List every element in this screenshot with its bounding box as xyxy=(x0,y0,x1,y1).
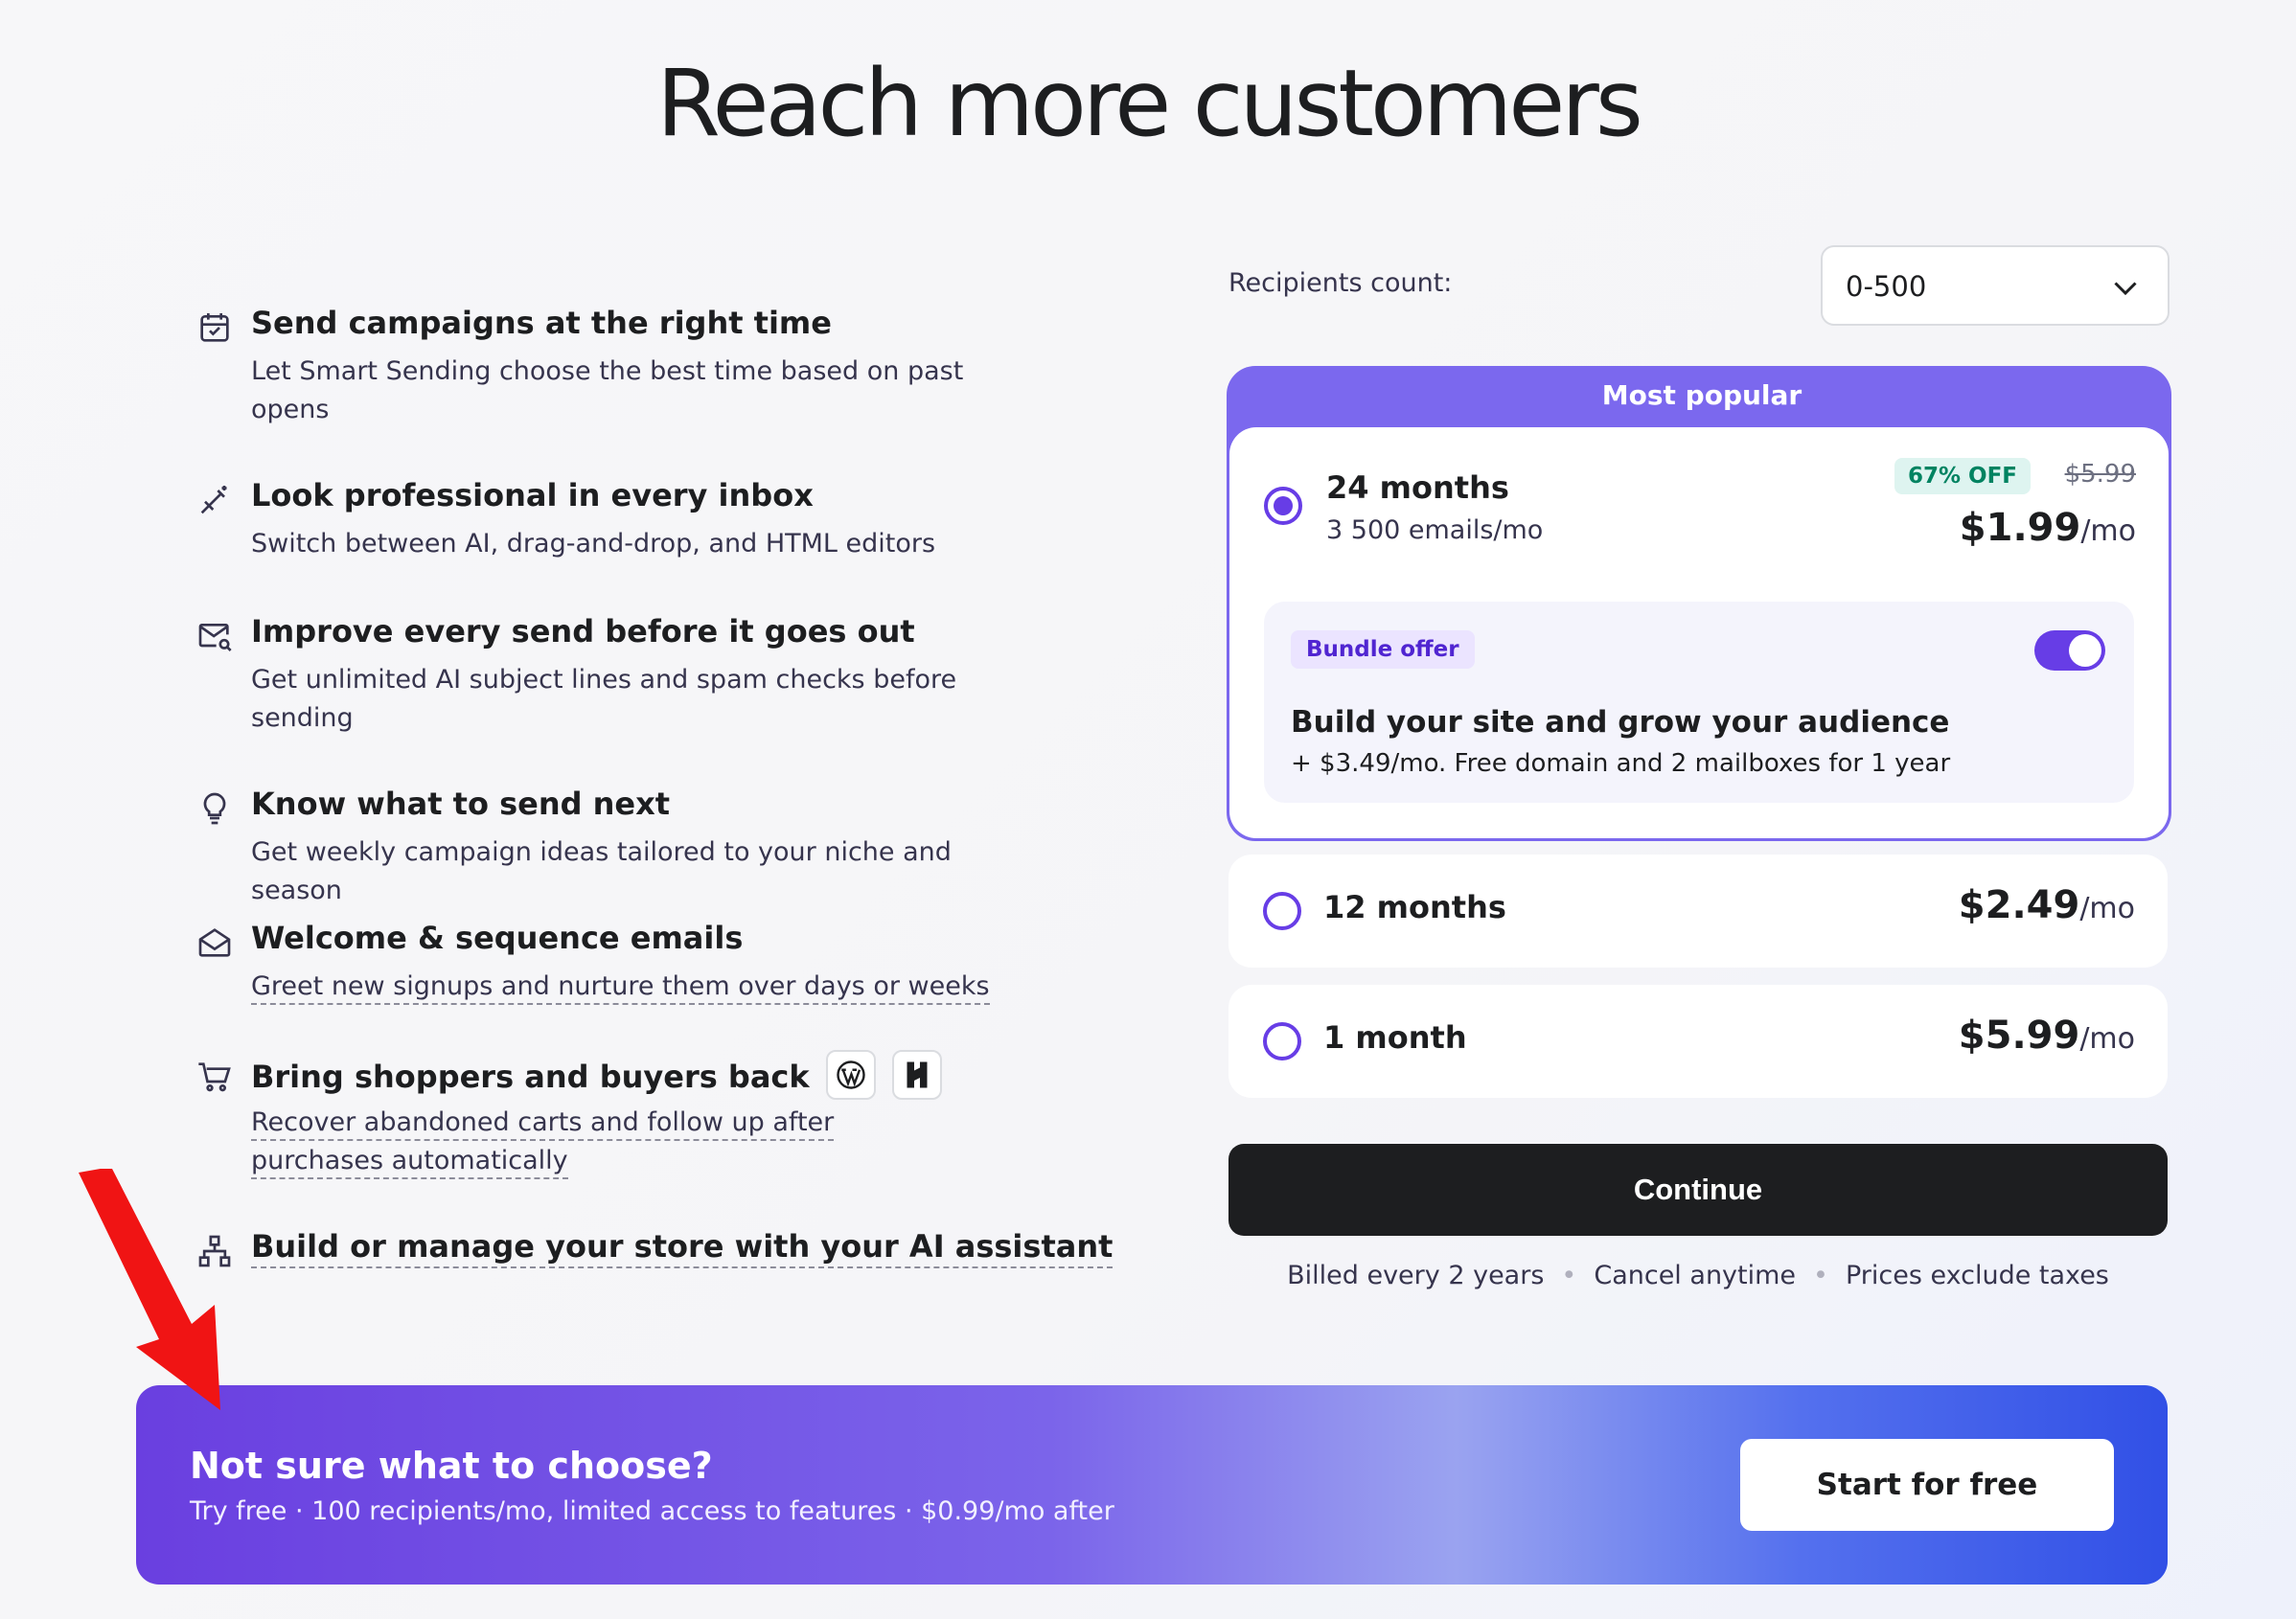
feature-desc: Get weekly campaign ideas tailored to yo… xyxy=(251,837,952,905)
bundle-offer: Bundle offer Build your site and grow yo… xyxy=(1264,602,2134,803)
billing-note: Prices exclude taxes xyxy=(1845,1261,2109,1290)
feature-desc-link[interactable]: Recover abandoned carts and follow up af… xyxy=(251,1107,835,1179)
recipients-select[interactable]: 0-500 xyxy=(1821,245,2170,326)
feature-title-link[interactable]: Build or manage your store with your AI … xyxy=(251,1228,1114,1268)
old-price: $5.99 xyxy=(2064,460,2136,489)
billing-note: Billed every 2 years xyxy=(1287,1261,1545,1290)
price-period: /mo xyxy=(2080,514,2136,548)
price-value: $5.99 xyxy=(1958,1014,2080,1058)
feature-title: Improve every send before it goes out xyxy=(251,613,915,650)
magic-wand-icon xyxy=(195,481,234,519)
price-period: /mo xyxy=(2079,1022,2135,1056)
bundle-title: Build your site and grow your audience xyxy=(1291,705,1950,740)
banner-title: Not sure what to choose? xyxy=(190,1445,713,1487)
price-value: $1.99 xyxy=(1959,506,2081,550)
bundle-tag: Bundle offer xyxy=(1291,630,1475,669)
plan-radio-1-month[interactable] xyxy=(1263,1022,1301,1060)
bundle-desc: + $3.49/mo. Free domain and 2 mailboxes … xyxy=(1291,749,1951,778)
plan-card-body[interactable]: 24 months 3 500 emails/mo 67% OFF $5.99 … xyxy=(1229,427,2169,838)
chevron-down-icon xyxy=(2114,282,2137,296)
envelope-open-icon xyxy=(195,924,234,962)
separator-dot: • xyxy=(1813,1261,1828,1290)
plan-card-1-month[interactable]: 1 month $5.99/mo xyxy=(1228,985,2168,1098)
feature-desc: Let Smart Sending choose the best time b… xyxy=(251,356,964,424)
plan-price: $2.49/mo xyxy=(1959,883,2135,927)
store-builder-icon xyxy=(891,1050,942,1100)
wordpress-icon xyxy=(825,1050,876,1100)
plan-radio-24-months[interactable] xyxy=(1264,487,1302,525)
plan-name: 1 month xyxy=(1323,1019,1467,1056)
billing-note: Cancel anytime xyxy=(1594,1261,1797,1290)
mail-search-icon xyxy=(195,617,234,655)
discount-badge: 67% OFF xyxy=(1894,458,2031,494)
recipients-value: 0-500 xyxy=(1846,270,1927,303)
plan-emails: 3 500 emails/mo xyxy=(1326,515,1544,545)
feature-title: Welcome & sequence emails xyxy=(251,920,744,956)
continue-button[interactable]: Continue xyxy=(1228,1144,2168,1236)
plan-radio-12-months[interactable] xyxy=(1263,892,1301,930)
plan-price: $1.99/mo xyxy=(1960,506,2136,550)
feature-desc: Switch between AI, drag-and-drop, and HT… xyxy=(251,529,936,559)
feature-title: Send campaigns at the right time xyxy=(251,305,832,341)
feature-title: Look professional in every inbox xyxy=(251,477,814,513)
free-trial-banner: Not sure what to choose? Try free · 100 … xyxy=(136,1385,2168,1585)
plan-card-24-months[interactable]: Most popular 24 months 3 500 emails/mo 6… xyxy=(1227,366,2171,841)
calendar-check-icon xyxy=(195,308,234,347)
plan-card-12-months[interactable]: 12 months $2.49/mo xyxy=(1228,855,2168,968)
price-value: $2.49 xyxy=(1958,883,2080,927)
feature-desc: Get unlimited AI subject lines and spam … xyxy=(251,665,957,733)
feature-desc-link[interactable]: Greet new signups and nurture them over … xyxy=(251,971,990,1005)
billing-notes: Billed every 2 years • Cancel anytime • Pric… xyxy=(1228,1261,2168,1290)
feature-title: Bring shoppers and buyers back xyxy=(251,1059,810,1095)
plan-price: $5.99/mo xyxy=(1959,1014,2135,1058)
red-arrow-annotation xyxy=(79,1169,220,1410)
feature-desc[interactable]: Greet new signups and nurture them over … xyxy=(251,968,1018,1006)
feature-title-link-wrap[interactable]: Build or manage your store with your AI … xyxy=(251,1228,1114,1268)
recipients-label: Recipients count: xyxy=(1228,268,1453,298)
feature-desc[interactable]: Recover abandoned carts and follow up af… xyxy=(251,1104,960,1180)
bundle-toggle[interactable] xyxy=(2034,630,2105,671)
plan-name: 12 months xyxy=(1323,889,1506,925)
most-popular-badge: Most popular xyxy=(1601,379,1802,411)
cart-icon xyxy=(195,1058,234,1096)
feature-title-row: Bring shoppers and buyers back xyxy=(251,1050,942,1104)
separator-dot: • xyxy=(1561,1261,1577,1290)
page-title: Reach more customers xyxy=(656,50,1643,157)
plan-name: 24 months xyxy=(1326,469,1509,506)
start-for-free-button[interactable]: Start for free xyxy=(1740,1439,2114,1531)
banner-subtitle: Try free · 100 recipients/mo, limited ac… xyxy=(190,1496,1114,1526)
lightbulb-icon xyxy=(195,789,234,828)
feature-title: Know what to send next xyxy=(251,786,671,822)
price-period: /mo xyxy=(2079,892,2135,925)
